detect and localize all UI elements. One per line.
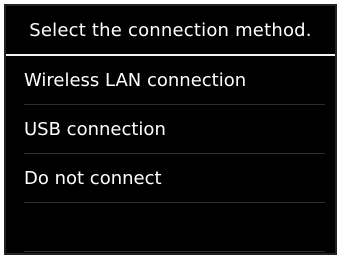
printer-display-screen: Select the connection method. Wireless L… [4, 4, 337, 255]
option-do-not-connect[interactable]: Do not connect [6, 154, 335, 203]
list-divider [24, 251, 325, 252]
option-label: Wireless LAN connection [24, 70, 247, 91]
option-usb[interactable]: USB connection [6, 105, 335, 154]
connection-method-list: Wireless LAN connection USB connection D… [6, 56, 335, 252]
option-empty [6, 203, 335, 252]
option-label: USB connection [24, 119, 166, 140]
option-label: Do not connect [24, 168, 162, 189]
screen-title: Select the connection method. [29, 19, 312, 41]
option-wireless-lan[interactable]: Wireless LAN connection [6, 56, 335, 105]
